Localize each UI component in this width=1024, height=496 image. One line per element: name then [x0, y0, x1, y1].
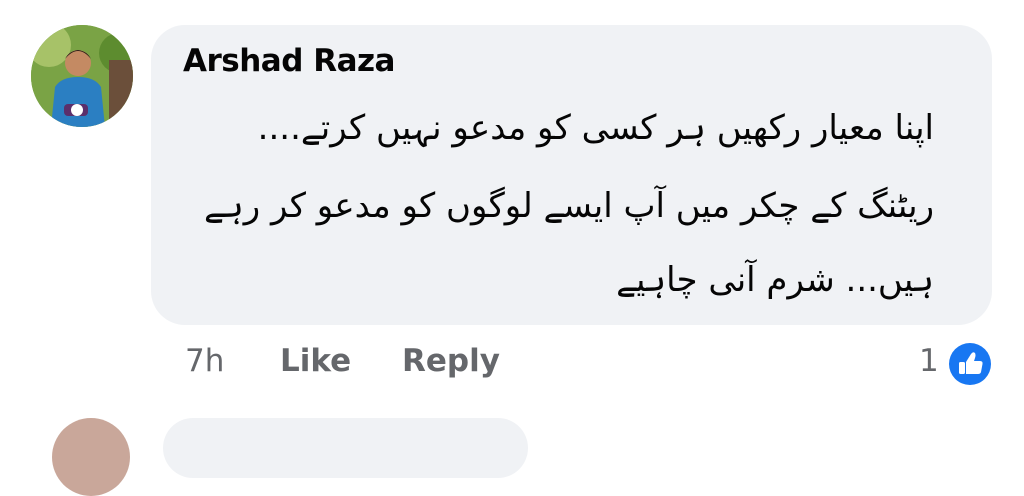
comment-author[interactable]: Arshad Raza	[183, 43, 395, 79]
next-comment-bubble	[163, 418, 528, 478]
comment-actions: 7h Like Reply 1	[0, 343, 1024, 387]
comment-timestamp[interactable]: 7h	[185, 343, 224, 379]
comment-text-line: اپنا معیار رکھیں ہر کسی کو مدعو نہیں کرت…	[257, 108, 934, 148]
comment-text-line: ریٹنگ کے چکر میں آپ ایسے لوگوں کو مدعو ک…	[203, 186, 934, 226]
next-comment-avatar[interactable]	[52, 418, 130, 496]
avatar-photo	[31, 25, 133, 127]
reply-button[interactable]: Reply	[402, 343, 500, 379]
comment-text-line: ہیں... شرم آنی چاہیے	[616, 260, 934, 300]
avatar[interactable]	[31, 25, 133, 127]
like-button[interactable]: Like	[280, 343, 351, 379]
thumbs-up-icon[interactable]	[948, 342, 992, 386]
reaction-count[interactable]: 1	[919, 343, 939, 379]
comment-bubble: Arshad Raza اپنا معیار رکھیں ہر کسی کو م…	[151, 25, 992, 325]
